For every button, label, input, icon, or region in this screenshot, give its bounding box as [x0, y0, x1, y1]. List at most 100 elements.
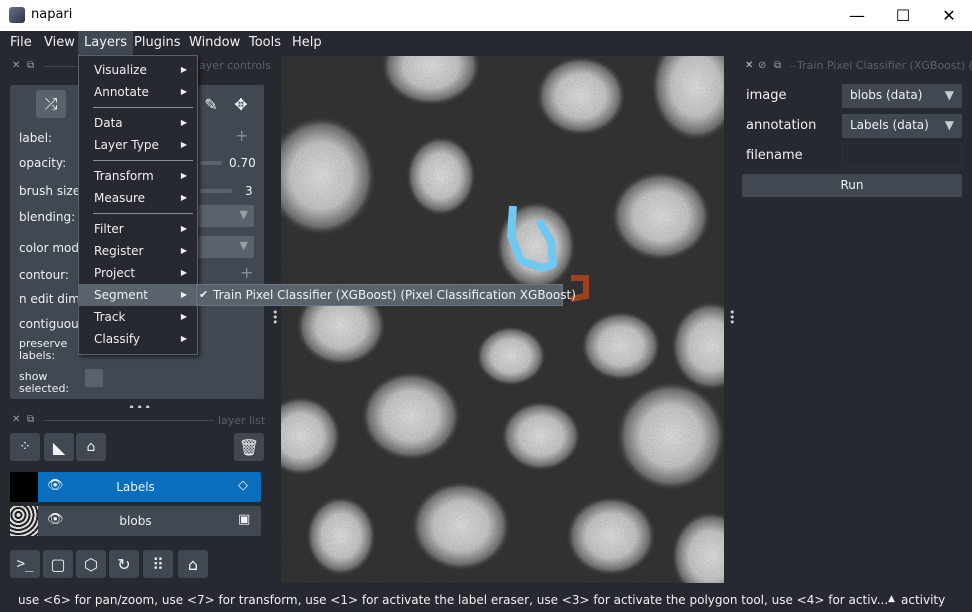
new-labels-button[interactable]: ⌂	[76, 433, 106, 461]
dock-close-icon[interactable]: ✕	[745, 60, 753, 71]
home-icon: ⌂	[187, 554, 199, 574]
menu-item-register[interactable]: Register ▶	[79, 240, 197, 262]
chevron-down-icon: ▼	[944, 118, 954, 132]
plugin-dock: ✕ ⊘ ⧉ Train Pixel Classifier (XGBoost) (…	[736, 55, 972, 585]
new-points-button[interactable]: ⁘	[10, 433, 40, 461]
points-icon: ⁘	[19, 439, 31, 455]
minimize-button[interactable]: —	[834, 0, 880, 31]
layer-name: Labels	[116, 480, 155, 494]
activity-button[interactable]: activity	[901, 593, 945, 607]
menu-window[interactable]: Window	[183, 31, 246, 55]
filename-input[interactable]	[842, 143, 962, 167]
menu-plugins[interactable]: Plugins	[128, 31, 187, 55]
menu-separator	[93, 213, 193, 214]
shapes-icon: ◣	[52, 437, 66, 457]
napari-logo-icon	[9, 7, 25, 23]
submenu-arrow-icon: ▶	[180, 140, 187, 149]
annotation-label: annotation	[746, 118, 817, 133]
image-type-icon: ▣	[238, 512, 251, 527]
status-bar: use <6> for pan/zoom, use <7> for transf…	[0, 588, 972, 612]
ndisplay-button[interactable]: ▢	[43, 550, 73, 578]
menu-item-layer-type[interactable]: Layer Type ▶	[79, 134, 197, 156]
left-splitter-handle[interactable]: • • •	[272, 307, 279, 328]
viewer-canvas[interactable]	[281, 56, 724, 583]
dock-handle-line	[44, 420, 214, 421]
blending-select[interactable]: ▼	[198, 205, 254, 227]
layers-dropdown-menu: Visualize ▶ Annotate ▶ Data ▶ Layer Type ▶ T…	[78, 55, 198, 355]
chevron-down-icon: ▼	[944, 88, 954, 102]
chevron-down-icon: ▼	[239, 239, 248, 252]
annotation-select-value: Labels (data)	[850, 118, 929, 132]
segment-submenu: ✔ Train Pixel Classifier (XGBoost) (Pixe…	[196, 284, 576, 306]
color-mode-select[interactable]: ▼	[198, 236, 254, 258]
opacity-slider[interactable]	[200, 161, 222, 165]
label-row-label: label:	[19, 131, 53, 145]
menu-item-train-pixel-classifier[interactable]: Train Pixel Classifier (XGBoost) (Pixel …	[213, 288, 576, 302]
show-selected-checkbox[interactable]	[85, 369, 103, 387]
menu-tools[interactable]: Tools	[243, 31, 287, 55]
grid-button[interactable]: ⠿	[143, 550, 173, 578]
layer-row-labels[interactable]: 👁 Labels ◇	[10, 472, 261, 502]
filename-label: filename	[746, 148, 803, 163]
blobs-image	[281, 56, 724, 583]
chevron-down-icon: ▼	[239, 208, 248, 221]
home-button[interactable]: ⌂	[178, 550, 208, 578]
menu-item-track[interactable]: Track ▶	[79, 306, 197, 328]
dock-close-icon[interactable]: ✕	[12, 60, 20, 71]
menu-bar: File View Layers Plugins Window Tools He…	[0, 31, 972, 55]
menu-item-measure[interactable]: Measure ▶	[79, 187, 197, 209]
roll-dims-button[interactable]: ⬡	[76, 550, 106, 578]
dock-float-icon[interactable]: ⧉	[27, 414, 34, 425]
submenu-arrow-icon: ▶	[180, 268, 187, 277]
layer-row-blobs[interactable]: 👁 blobs ▣	[10, 506, 261, 536]
shuffle-colors-button[interactable]: ⤮	[36, 90, 66, 118]
menu-help[interactable]: Help	[286, 31, 328, 55]
dock-float-icon[interactable]: ⧉	[27, 60, 34, 71]
pan-zoom-button[interactable]: ✥	[226, 90, 256, 118]
run-button[interactable]: Run	[742, 174, 962, 197]
menu-item-transform[interactable]: Transform ▶	[79, 165, 197, 187]
menu-item-project[interactable]: Project ▶	[79, 262, 197, 284]
picker-button[interactable]: ✎	[196, 90, 226, 118]
shuffle-icon: ⤮	[44, 94, 58, 113]
menu-item-filter[interactable]: Filter ▶	[79, 218, 197, 240]
contour-label: contour:	[19, 268, 69, 282]
image-label: image	[746, 88, 787, 103]
image-select[interactable]: blobs (data) ▼	[842, 84, 962, 108]
close-button[interactable]: ✕	[926, 0, 972, 31]
menu-separator	[93, 160, 193, 161]
tag-icon: ⌂	[86, 439, 96, 455]
dock-handle-line	[790, 66, 796, 67]
label-increment-icon[interactable]: +	[235, 126, 248, 145]
terminal-icon: >_	[16, 556, 34, 572]
brush-size-label: brush size:	[19, 184, 85, 198]
new-shapes-button[interactable]: ◣	[44, 433, 74, 461]
submenu-arrow-icon: ▶	[180, 334, 187, 343]
annotation-select[interactable]: Labels (data) ▼	[842, 114, 962, 138]
right-splitter-handle[interactable]: • • •	[729, 307, 736, 328]
console-button[interactable]: >_	[10, 550, 40, 578]
brush-size-value: 3	[245, 184, 253, 198]
transpose-button[interactable]: ↻	[109, 550, 139, 578]
dock-float-icon[interactable]: ⧉	[774, 60, 781, 71]
menu-item-segment[interactable]: Segment ▶	[79, 284, 197, 306]
menu-item-visualize[interactable]: Visualize ▶	[79, 59, 197, 81]
delete-layer-button[interactable]: 🗑	[234, 433, 264, 461]
preserve-labels-label: preserve labels:	[19, 337, 68, 362]
menu-view[interactable]: View	[38, 31, 81, 55]
dock-hide-icon[interactable]: ⊘	[758, 60, 766, 71]
image-select-value: blobs (data)	[850, 88, 923, 102]
menu-item-data[interactable]: Data ▶	[79, 112, 197, 134]
move-arrows-icon: ✥	[234, 94, 248, 114]
dock-close-icon[interactable]: ✕	[12, 414, 20, 425]
menu-file[interactable]: File	[4, 31, 38, 55]
brush-size-slider[interactable]	[200, 189, 232, 193]
maximize-button[interactable]: ☐	[880, 0, 926, 31]
submenu-arrow-icon: ▶	[180, 312, 187, 321]
menu-layers[interactable]: Layers	[78, 31, 134, 55]
viewer-buttons: >_ ▢ ⬡ ↻ ⠿ ⌂	[10, 550, 210, 580]
menu-item-classify[interactable]: Classify ▶	[79, 328, 197, 350]
submenu-arrow-icon: ▶	[180, 87, 187, 96]
menu-item-annotate[interactable]: Annotate ▶	[79, 81, 197, 103]
contour-increment-icon[interactable]: +	[240, 263, 253, 282]
